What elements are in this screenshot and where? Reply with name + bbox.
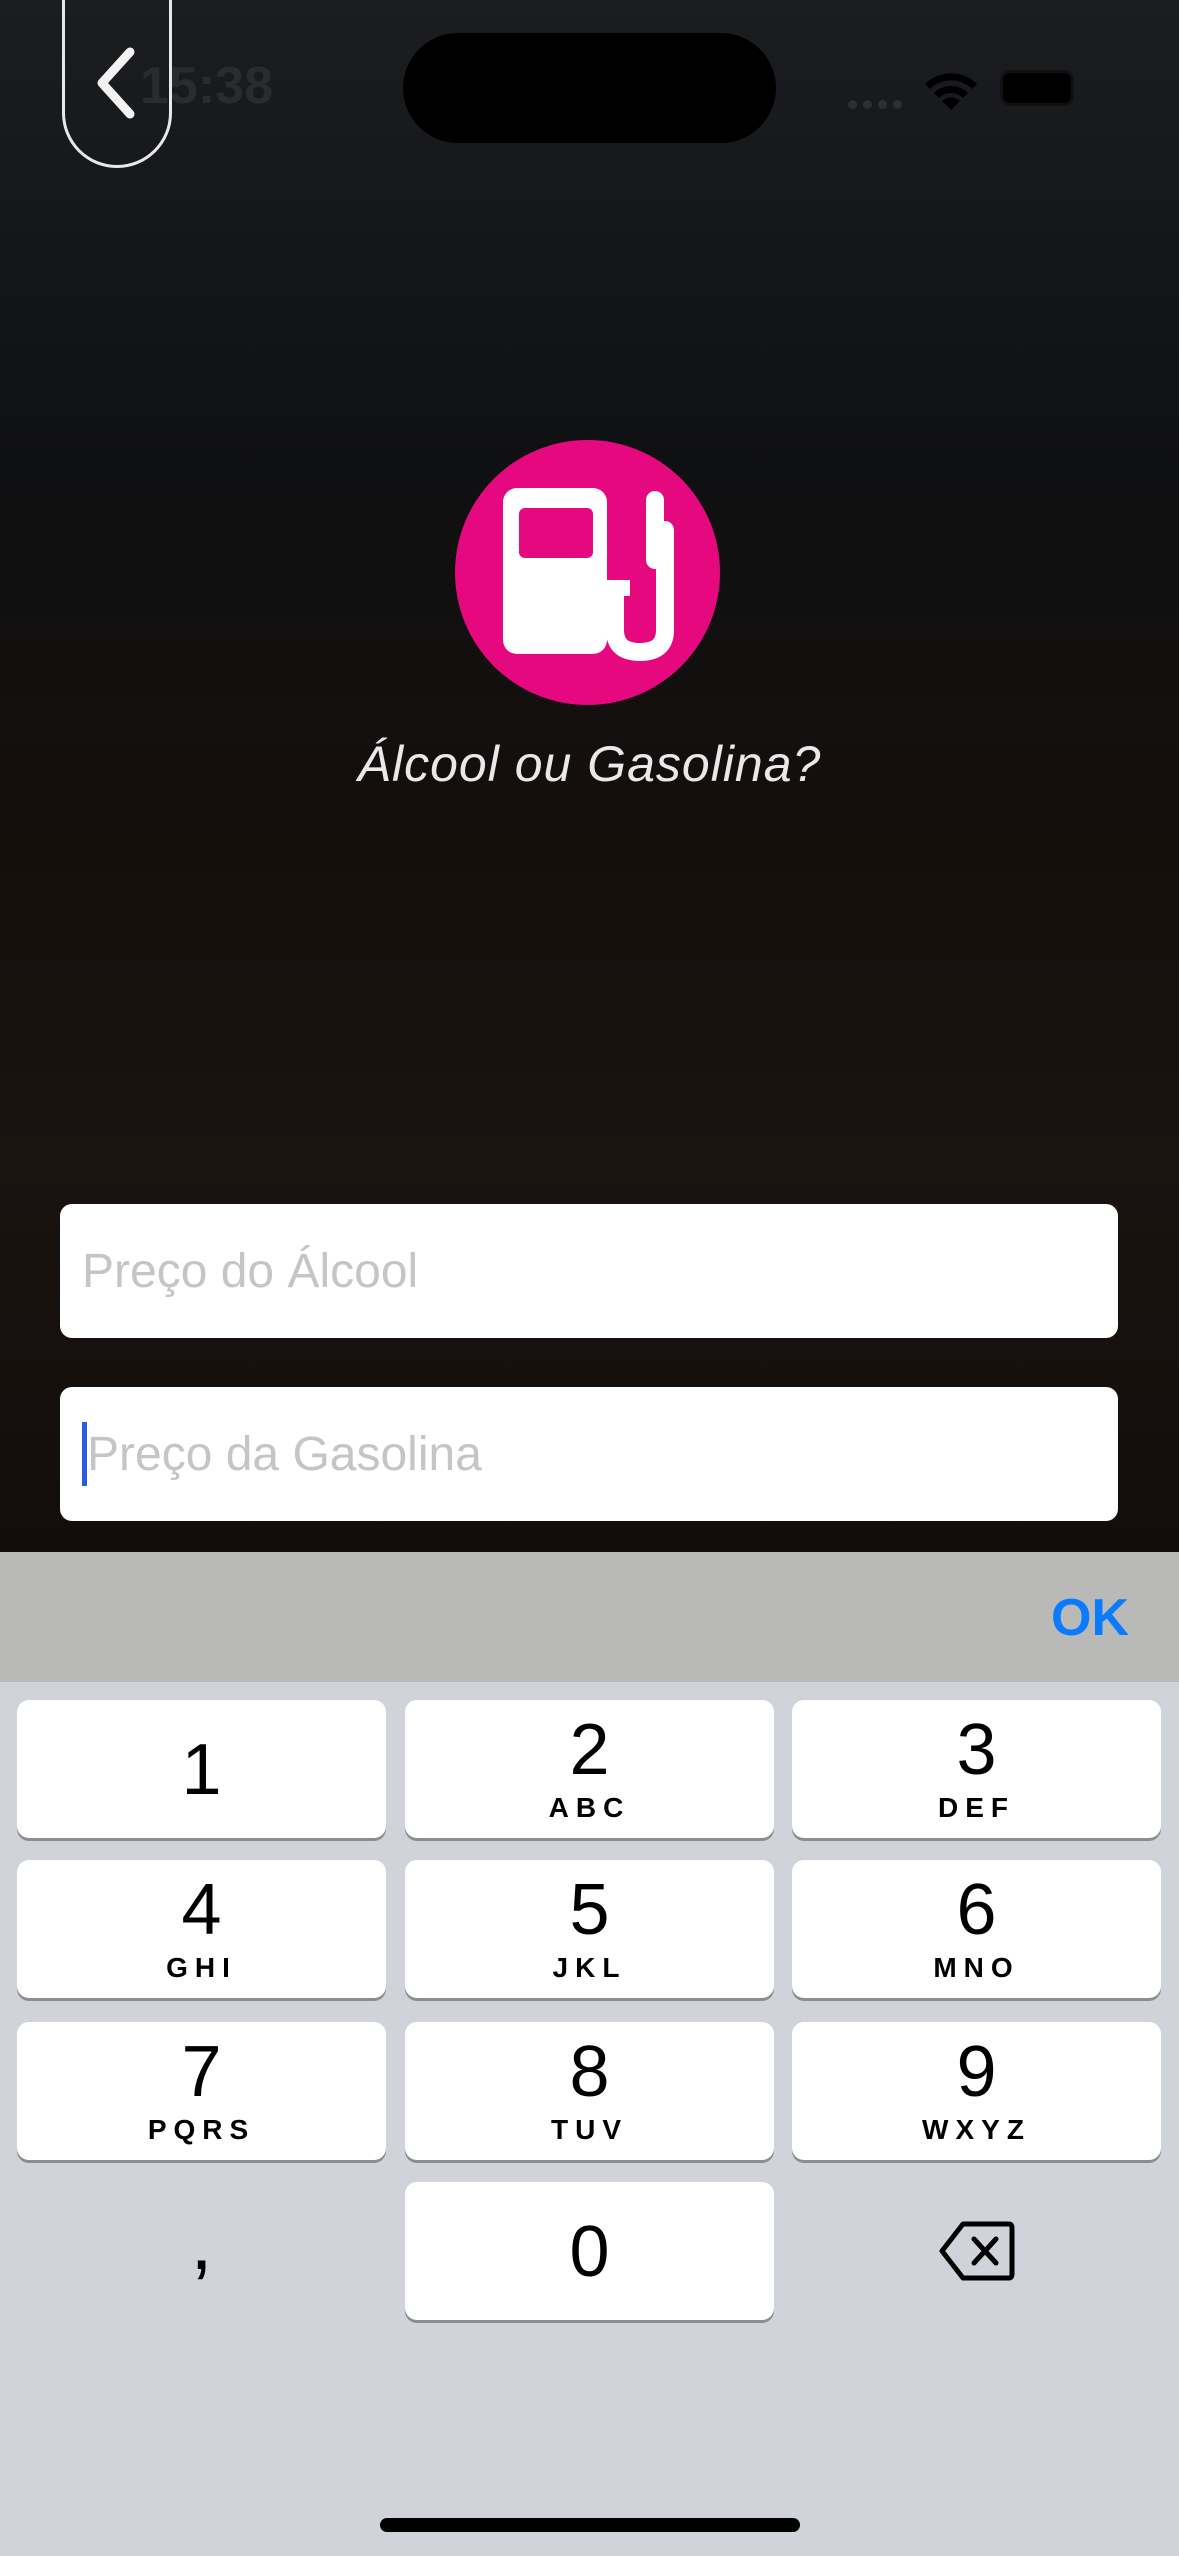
battery-icon bbox=[1000, 70, 1074, 106]
app-screen: 15:38 Álcool ou Gasolina? Preço do Álcoo… bbox=[0, 0, 1179, 1552]
back-button[interactable] bbox=[62, 0, 172, 168]
gasoline-price-input[interactable]: Preço da Gasolina bbox=[60, 1387, 1118, 1521]
key-digit: 2 bbox=[569, 1710, 610, 1790]
key-0[interactable]: 0 bbox=[405, 2182, 774, 2320]
app-title: Álcool ou Gasolina? bbox=[357, 736, 822, 792]
home-indicator bbox=[380, 2518, 800, 2532]
wifi-icon bbox=[925, 73, 977, 110]
key-letters: WXYZ bbox=[922, 2114, 1031, 2145]
key-letters: GHI bbox=[166, 1952, 237, 1983]
key-digit: 1 bbox=[181, 1730, 222, 1810]
key-5[interactable]: 5 JKL bbox=[405, 1860, 774, 1998]
key-digit: 9 bbox=[956, 2032, 997, 2112]
key-4[interactable]: 4 GHI bbox=[17, 1860, 386, 1998]
key-3[interactable]: 3 DEF bbox=[792, 1700, 1161, 1838]
key-6[interactable]: 6 MNO bbox=[792, 1860, 1161, 1998]
alcohol-price-placeholder: Preço do Álcool bbox=[82, 1244, 419, 1298]
key-letters: PQRS bbox=[147, 2114, 256, 2145]
key-comma[interactable]: , bbox=[17, 2182, 386, 2320]
numeric-keypad: 1 2 ABC 3 DEF 4 GHI 5 JKL 6 MNO 7 PQRS 8… bbox=[0, 1682, 1179, 2556]
alcohol-price-input[interactable]: Preço do Álcool bbox=[60, 1204, 1118, 1338]
key-letters: JKL bbox=[552, 1952, 627, 1983]
key-digit: 6 bbox=[956, 1870, 997, 1950]
key-digit: 4 bbox=[181, 1870, 222, 1950]
key-letters: TUV bbox=[551, 2114, 628, 2145]
ok-button[interactable]: OK bbox=[1051, 1588, 1129, 1648]
chevron-left-icon bbox=[97, 47, 135, 118]
backspace-icon bbox=[939, 2221, 1014, 2281]
key-1[interactable]: 1 bbox=[17, 1700, 386, 1838]
key-digit: 0 bbox=[569, 2212, 610, 2292]
cellular-signal-icon bbox=[848, 96, 908, 114]
key-letters: ABC bbox=[548, 1792, 631, 1823]
key-9[interactable]: 9 WXYZ bbox=[792, 2022, 1161, 2160]
key-digit: 8 bbox=[569, 2032, 610, 2112]
key-digit: 5 bbox=[569, 1870, 610, 1950]
key-letters: DEF bbox=[938, 1792, 1015, 1823]
key-8[interactable]: 8 TUV bbox=[405, 2022, 774, 2160]
fuel-pump-icon bbox=[503, 488, 674, 662]
key-digit: 3 bbox=[956, 1710, 997, 1790]
keyboard-accessory-bar: OK bbox=[0, 1552, 1179, 1682]
dynamic-island bbox=[403, 33, 776, 143]
delete-key[interactable] bbox=[792, 2182, 1161, 2320]
key-digit: 7 bbox=[181, 2032, 222, 2112]
key-2[interactable]: 2 ABC bbox=[405, 1700, 774, 1838]
gasoline-price-placeholder: Preço da Gasolina bbox=[87, 1427, 482, 1481]
key-letters: MNO bbox=[933, 1952, 1020, 1983]
status-bar: 15:38 bbox=[0, 0, 1179, 170]
key-comma-label: , bbox=[190, 2197, 213, 2286]
key-7[interactable]: 7 PQRS bbox=[17, 2022, 386, 2160]
app-logo bbox=[455, 440, 720, 705]
